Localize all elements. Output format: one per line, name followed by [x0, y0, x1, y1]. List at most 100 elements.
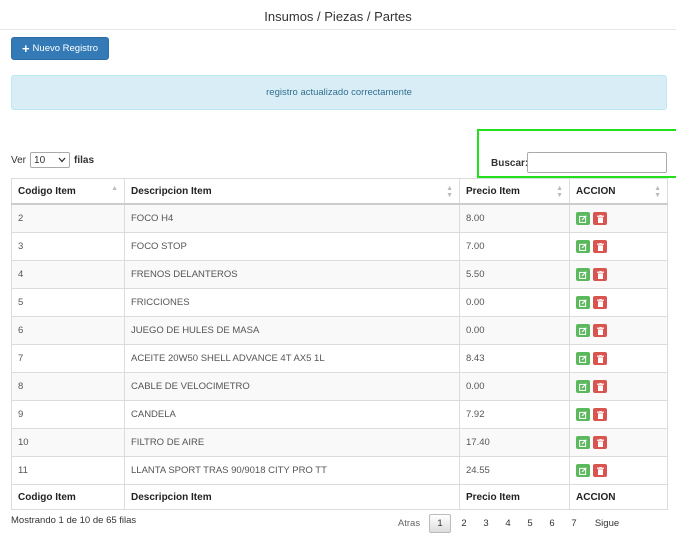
new-record-label: Nuevo Registro [32, 43, 99, 54]
success-alert: registro actualizado correctamente [11, 75, 667, 110]
sort-both-icon: ▲ ▼ [654, 185, 661, 199]
cell-actions [569, 232, 668, 261]
cell-code: 4 [11, 260, 125, 289]
edit-icon[interactable] [576, 324, 590, 337]
cell-code: 10 [11, 428, 125, 457]
column-header-action[interactable]: ACCION ▲ ▼ [569, 178, 668, 205]
table-row: 9 CANDELA 7.92 [11, 400, 668, 429]
trash-icon[interactable] [593, 464, 607, 477]
page-length-control: Ver 10 filas [11, 152, 94, 168]
trash-icon[interactable] [593, 324, 607, 337]
page-button[interactable]: 7 [563, 518, 585, 529]
table-footer-row: Codigo Item Descripcion Item Precio Item… [11, 484, 668, 510]
trash-icon[interactable] [593, 296, 607, 309]
items-table: Codigo Item ▲ Descripcion Item ▲ ▼ Precio I… [11, 178, 668, 510]
sort-both-icon: ▲ ▼ [446, 185, 453, 199]
column-header-description[interactable]: Descripcion Item ▲ ▼ [124, 178, 460, 205]
new-record-button[interactable]: + Nuevo Registro [11, 37, 109, 60]
column-header-code[interactable]: Codigo Item ▲ [11, 178, 125, 205]
table-info: Mostrando 1 de 10 de 65 filas [11, 515, 137, 526]
page-button[interactable]: 4 [497, 518, 519, 529]
search-input[interactable] [527, 152, 667, 173]
cell-price: 0.00 [459, 316, 570, 345]
table-row: 5 FRICCIONES 0.00 [11, 288, 668, 317]
page-button[interactable]: 3 [475, 518, 497, 529]
edit-icon[interactable] [576, 352, 590, 365]
table-header-row: Codigo Item ▲ Descripcion Item ▲ ▼ Precio I… [11, 178, 668, 205]
page-button[interactable]: 1 [429, 514, 451, 533]
footer-price: Precio Item [459, 484, 570, 510]
cell-price: 7.92 [459, 400, 570, 429]
column-header-price[interactable]: Precio Item ▲ ▼ [459, 178, 570, 205]
pagination-prev[interactable]: Atras [391, 518, 427, 529]
cell-actions [569, 400, 668, 429]
cell-description: CABLE DE VELOCIMETRO [124, 372, 460, 401]
pagination-next[interactable]: Sigue [589, 518, 625, 529]
footer-code: Codigo Item [11, 484, 125, 510]
cell-price: 8.43 [459, 344, 570, 373]
cell-description: FRICCIONES [124, 288, 460, 317]
cell-description: ACEITE 20W50 SHELL ADVANCE 4T AX5 1L [124, 344, 460, 373]
cell-price: 7.00 [459, 232, 570, 261]
footer-description: Descripcion Item [124, 484, 460, 510]
edit-icon[interactable] [576, 380, 590, 393]
alert-message: registro actualizado correctamente [266, 87, 412, 98]
edit-icon[interactable] [576, 212, 590, 225]
cell-description: JUEGO DE HULES DE MASA [124, 316, 460, 345]
page-button[interactable]: 5 [519, 518, 541, 529]
table-row: 6 JUEGO DE HULES DE MASA 0.00 [11, 316, 668, 345]
length-suffix: filas [74, 154, 95, 166]
cell-actions [569, 288, 668, 317]
edit-icon[interactable] [576, 268, 590, 281]
trash-icon[interactable] [593, 212, 607, 225]
cell-code: 5 [11, 288, 125, 317]
cell-price: 0.00 [459, 372, 570, 401]
cell-description: FOCO STOP [124, 232, 460, 261]
cell-actions [569, 456, 668, 485]
cell-code: 3 [11, 232, 125, 261]
cell-price: 0.00 [459, 288, 570, 317]
search-label: Buscar: [491, 158, 529, 169]
cell-description: FOCO H4 [124, 203, 460, 233]
sort-asc-icon: ▲ [111, 185, 118, 192]
table-row: 8 CABLE DE VELOCIMETRO 0.00 [11, 372, 668, 401]
table-row: 11 LLANTA SPORT TRAS 90/9018 CITY PRO TT 2… [11, 456, 668, 485]
table-row: 4 FRENOS DELANTEROS 5.50 [11, 260, 668, 289]
trash-icon[interactable] [593, 352, 607, 365]
page-button[interactable]: 2 [453, 518, 475, 529]
trash-icon[interactable] [593, 268, 607, 281]
cell-actions [569, 203, 668, 233]
cell-price: 5.50 [459, 260, 570, 289]
page-button[interactable]: 6 [541, 518, 563, 529]
trash-icon[interactable] [593, 408, 607, 421]
cell-code: 6 [11, 316, 125, 345]
edit-icon[interactable] [576, 436, 590, 449]
footer-action: ACCION [569, 484, 668, 510]
edit-icon[interactable] [576, 464, 590, 477]
cell-price: 8.00 [459, 203, 570, 233]
table-row: 7 ACEITE 20W50 SHELL ADVANCE 4T AX5 1L 8.4… [11, 344, 668, 373]
trash-icon[interactable] [593, 380, 607, 393]
page-title: Insumos / Piezas / Partes [264, 9, 412, 24]
plus-icon: + [21, 41, 30, 56]
table-row: 2 FOCO H4 8.00 [11, 203, 668, 233]
cell-description: FILTRO DE AIRE [124, 428, 460, 457]
cell-description: FRENOS DELANTEROS [124, 260, 460, 289]
page-length-select[interactable]: 10 [30, 152, 71, 168]
cell-code: 2 [11, 203, 125, 233]
length-prefix: Ver [11, 154, 27, 166]
title-divider [0, 29, 676, 30]
trash-icon[interactable] [593, 240, 607, 253]
cell-actions [569, 344, 668, 373]
cell-actions [569, 372, 668, 401]
cell-code: 7 [11, 344, 125, 373]
edit-icon[interactable] [576, 296, 590, 309]
trash-icon[interactable] [593, 436, 607, 449]
cell-description: CANDELA [124, 400, 460, 429]
sort-both-icon: ▲ ▼ [556, 185, 563, 199]
cell-code: 9 [11, 400, 125, 429]
edit-icon[interactable] [576, 408, 590, 421]
cell-description: LLANTA SPORT TRAS 90/9018 CITY PRO TT [124, 456, 460, 485]
edit-icon[interactable] [576, 240, 590, 253]
cell-actions [569, 260, 668, 289]
